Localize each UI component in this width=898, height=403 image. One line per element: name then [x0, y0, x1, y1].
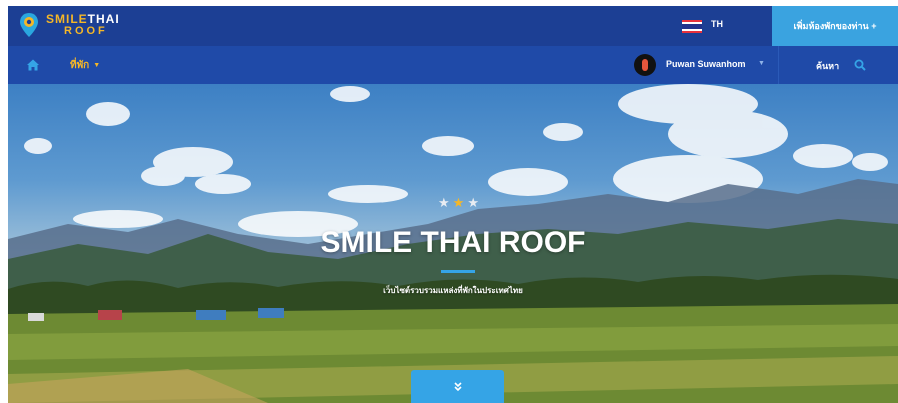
- scroll-down-button[interactable]: [411, 370, 504, 403]
- home-icon[interactable]: [26, 58, 40, 72]
- user-avatar[interactable]: [634, 54, 656, 76]
- nav-accommodation-dropdown[interactable]: ที่พัก ▼: [70, 58, 100, 73]
- language-selector[interactable]: TH: [711, 19, 723, 29]
- search-link[interactable]: ค้นหา: [816, 59, 839, 73]
- site-logo[interactable]: SMILETHAI ROOF: [18, 12, 120, 38]
- nav-divider: [778, 46, 779, 84]
- caret-down-icon: ▼: [93, 62, 101, 69]
- search-icon[interactable]: [854, 58, 866, 71]
- star-icon: ★: [467, 195, 479, 210]
- hero-title: SMILE THAI ROOF: [320, 226, 586, 259]
- rating-stars: ★ ★ ★: [438, 196, 479, 209]
- star-icon: ★: [438, 195, 450, 210]
- hero-subtitle: เว็บไซต์รวบรวมแหล่งที่พักในประเทศไทย: [383, 286, 523, 295]
- hero-banner: ★ ★ ★ SMILE THAI ROOF เว็บไซต์รวบรวมแหล่…: [8, 84, 898, 403]
- page-frame: SMILETHAI ROOF TH เพิ่มห้องพักของท่าน + …: [8, 6, 898, 403]
- logo-text-roof: ROOF: [64, 25, 108, 37]
- nav-bar: ที่พัก ▼ Puwan Suwanhom ▼ ค้นหา: [8, 46, 898, 84]
- user-name[interactable]: Puwan Suwanhom: [666, 59, 746, 69]
- add-listing-button[interactable]: เพิ่มห้องพักของท่าน +: [772, 6, 898, 46]
- title-underline-divider: [441, 270, 475, 273]
- logo-text-smile: SMILE: [46, 12, 88, 26]
- double-chevron-down-icon: [453, 381, 462, 391]
- location-pin-icon: [18, 12, 40, 38]
- user-menu-caret-icon[interactable]: ▼: [758, 60, 765, 67]
- star-icon: ★: [452, 195, 465, 210]
- top-bar: SMILETHAI ROOF TH เพิ่มห้องพักของท่าน +: [8, 6, 898, 46]
- logo-text-thai: THAI: [87, 12, 120, 26]
- thai-flag-icon[interactable]: [682, 20, 702, 33]
- nav-accommodation-label: ที่พัก: [70, 60, 90, 71]
